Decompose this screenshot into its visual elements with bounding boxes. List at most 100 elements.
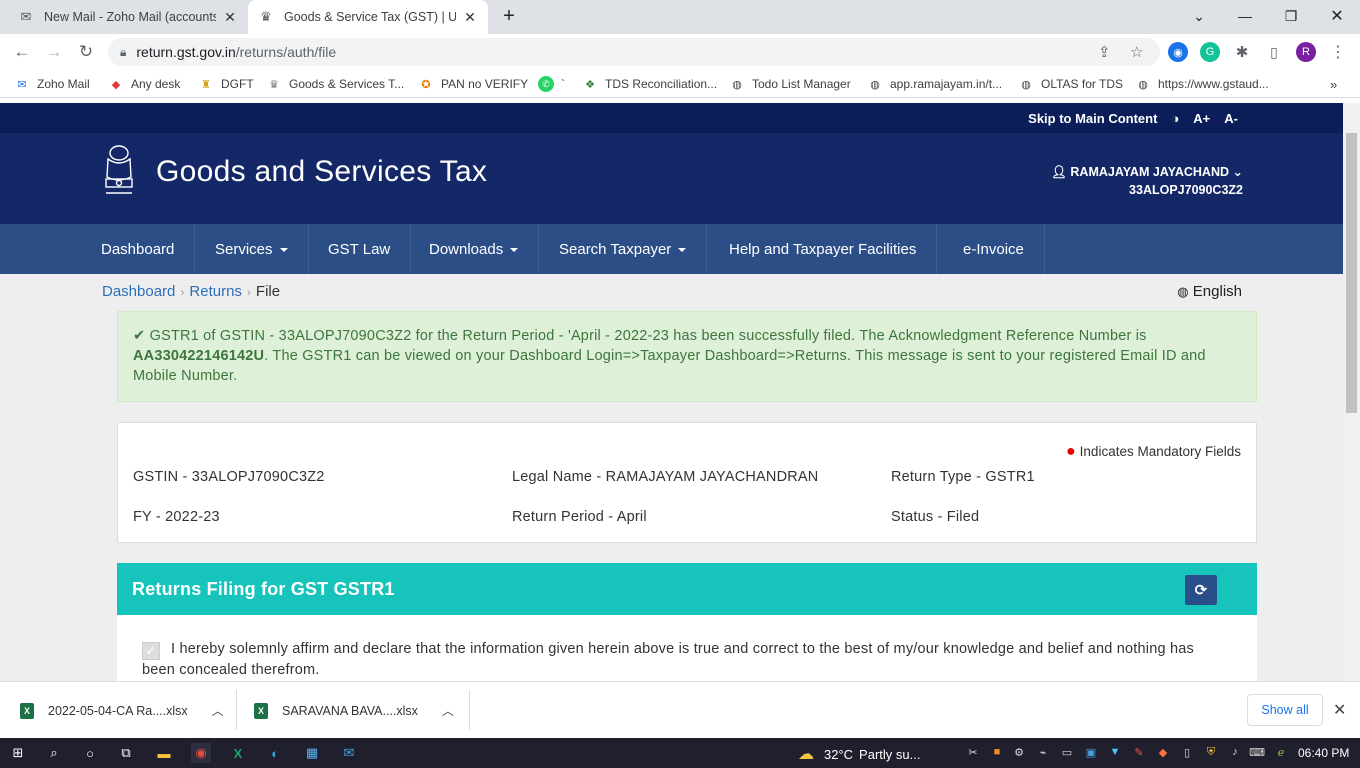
windows-start-icon[interactable]: ⊞: [8, 743, 28, 763]
chevron-down-icon: ⌄: [1232, 165, 1243, 179]
profile-avatar[interactable]: R: [1296, 42, 1316, 62]
windows-taskbar: ⊞ ⌕ ○ ⧉ ▬ ◉ X ◐ ▦ ✉ ☁ 32°C Partly su... …: [0, 738, 1360, 768]
extension-icon[interactable]: ◉: [1168, 42, 1188, 62]
address-bar[interactable]: 🔒︎ return.gst.gov.in/returns/auth/file: [108, 38, 1160, 66]
bookmark-dgft[interactable]: ♜ DGFT: [198, 75, 254, 93]
grammarly-icon[interactable]: G: [1200, 42, 1220, 62]
nav-services[interactable]: Services: [195, 224, 309, 274]
scrollbar-thumb[interactable]: [1346, 133, 1357, 413]
bookmark-gstaud[interactable]: ◍ https://www.gstaud...: [1135, 75, 1269, 93]
tray-app-icon[interactable]: ■: [990, 745, 1004, 759]
excel-icon[interactable]: X: [228, 743, 248, 763]
tab-search-chevron-icon[interactable]: ⌄: [1176, 0, 1222, 32]
bookmarks-overflow-icon[interactable]: »: [1330, 75, 1337, 93]
chevron-right-icon: ›: [246, 285, 251, 299]
font-increase-button[interactable]: A+: [1193, 111, 1210, 126]
excel-file-icon: X: [254, 702, 268, 719]
bookmark-oltas[interactable]: ◍ OLTAS for TDS: [1018, 75, 1123, 93]
forward-button[interactable]: →: [40, 38, 68, 66]
browser-toolbar: ← → ↻ 🔒︎ return.gst.gov.in/returns/auth/…: [0, 34, 1360, 70]
breadcrumb-dashboard[interactable]: Dashboard: [102, 283, 175, 300]
tray-app-icon[interactable]: ◆: [1156, 745, 1170, 759]
nav-dashboard[interactable]: Dashboard: [81, 224, 196, 274]
mail-icon[interactable]: ✉: [339, 743, 359, 763]
user-menu[interactable]: 👤︎ RAMAJAYAM JAYACHAND ⌄ 33ALOPJ7090C3Z2: [1051, 163, 1243, 199]
nav-help[interactable]: Help and Taxpayer Facilities: [709, 224, 938, 274]
side-panel-icon[interactable]: ▯: [1264, 42, 1284, 62]
tray-app-icon[interactable]: ⚙: [1012, 745, 1026, 759]
back-button[interactable]: ←: [8, 38, 36, 66]
tray-app-icon[interactable]: ℯ: [1274, 745, 1288, 759]
bookmark-todo-list[interactable]: ◍ Todo List Manager: [729, 75, 851, 93]
bookmark-anydesk[interactable]: ◆ Any desk: [108, 75, 181, 93]
bookmark-tds-reconciliation[interactable]: ❖ TDS Reconciliation...: [582, 75, 717, 93]
bookmark-pan-verify[interactable]: ✪ PAN no VERIFY: [418, 75, 528, 93]
skip-to-main-link[interactable]: Skip to Main Content: [1028, 111, 1157, 126]
dgft-icon: ♜: [201, 78, 211, 91]
user-icon: 👤︎: [1051, 165, 1067, 179]
refresh-button[interactable]: ⟳: [1185, 575, 1217, 605]
info-status: Status - Filed: [891, 509, 980, 525]
puzzle-icon[interactable]: ✱: [1232, 42, 1252, 62]
weather-widget[interactable]: ☁ 32°C Partly su...: [798, 744, 920, 764]
edge-icon[interactable]: ◐: [265, 743, 285, 763]
security-icon[interactable]: ⛨: [1204, 745, 1218, 759]
file-explorer-icon[interactable]: ▬: [154, 743, 174, 763]
contrast-icon[interactable]: ◑: [1171, 111, 1179, 126]
chevron-up-icon[interactable]: ︿: [442, 702, 454, 719]
restore-button[interactable]: ❐: [1268, 0, 1314, 32]
tray-app-icon[interactable]: ✎: [1132, 745, 1146, 759]
globe-icon: ◍: [1138, 78, 1148, 91]
nav-e-invoice[interactable]: e-Invoice: [943, 224, 1045, 274]
tab-zoho-mail[interactable]: ✉ New Mail - Zoho Mail (accounts@ ✕: [8, 0, 248, 34]
tray-app-icon[interactable]: ▭: [1060, 745, 1074, 759]
show-all-button[interactable]: Show all: [1247, 694, 1323, 726]
download-item[interactable]: X SARAVANA BAVA....xlsx ︿: [254, 682, 454, 739]
language-selector[interactable]: ◍ English: [1177, 283, 1242, 300]
tray-app-icon[interactable]: ▼: [1108, 745, 1122, 759]
tray-app-icon[interactable]: ✂: [966, 745, 980, 759]
new-tab-button[interactable]: +: [486, 0, 532, 32]
usb-icon[interactable]: ▯: [1180, 745, 1194, 759]
input-method-icon[interactable]: ⌨: [1249, 745, 1265, 759]
whatsapp-icon: ✆: [538, 76, 554, 92]
cortana-icon[interactable]: ○: [80, 743, 100, 763]
nav-gst-law[interactable]: GST Law: [308, 224, 412, 274]
minimize-button[interactable]: —: [1222, 0, 1268, 32]
browser-tab-strip: ✉ New Mail - Zoho Mail (accounts@ ✕ ♛ Go…: [0, 0, 1360, 34]
search-icon[interactable]: ⌕: [44, 743, 64, 763]
breadcrumb-returns[interactable]: Returns: [189, 283, 242, 300]
close-icon[interactable]: ✕: [462, 9, 478, 26]
download-item[interactable]: X 2022-05-04-CA Ra....xlsx ︿: [20, 682, 224, 739]
window-close-button[interactable]: ✕: [1314, 0, 1360, 32]
site-title[interactable]: Goods and Services Tax: [156, 155, 487, 189]
chrome-icon[interactable]: ◉: [191, 743, 211, 763]
close-icon[interactable]: ✕: [1333, 700, 1346, 720]
tab-gst[interactable]: ♛ Goods & Service Tax (GST) | User ✕: [248, 0, 488, 34]
user-gstin: 33ALOPJ7090C3Z2: [1129, 183, 1243, 197]
nav-downloads[interactable]: Downloads: [409, 224, 540, 274]
store-icon[interactable]: ▦: [302, 743, 322, 763]
share-icon[interactable]: ⇪: [1098, 43, 1111, 61]
bookmark-whatsapp[interactable]: ✆ `: [538, 75, 565, 93]
zoho-icon: ✉: [17, 78, 27, 91]
nav-search-taxpayer[interactable]: Search Taxpayer: [539, 224, 708, 274]
system-clock[interactable]: 06:40 PM: [1298, 746, 1349, 760]
more-menu-icon[interactable]: ⋮: [1328, 42, 1348, 62]
chevron-up-icon[interactable]: ︿: [212, 702, 224, 719]
reload-button[interactable]: ↻: [72, 38, 100, 66]
bookmark-star-icon[interactable]: ☆: [1130, 43, 1143, 61]
tray-app-icon[interactable]: ▣: [1084, 745, 1098, 759]
mandatory-note: ● Indicates Mandatory Fields: [1066, 443, 1241, 460]
divider: [236, 690, 237, 730]
tray-app-icon[interactable]: ⌁: [1036, 745, 1050, 759]
bookmark-zoho-mail[interactable]: ✉ Zoho Mail: [14, 75, 89, 93]
mandatory-dot-icon: ●: [1066, 443, 1076, 460]
bookmark-gst[interactable]: ♛ Goods & Services T...: [266, 75, 404, 93]
close-icon[interactable]: ✕: [222, 9, 238, 26]
font-decrease-button[interactable]: A-: [1224, 111, 1238, 126]
bookmark-ramajayam-app[interactable]: ◍ app.ramajayam.in/t...: [867, 75, 1002, 93]
ack-number: AA330422146142U: [133, 348, 265, 364]
volume-icon[interactable]: ♪: [1228, 745, 1242, 759]
task-view-icon[interactable]: ⧉: [116, 743, 136, 763]
